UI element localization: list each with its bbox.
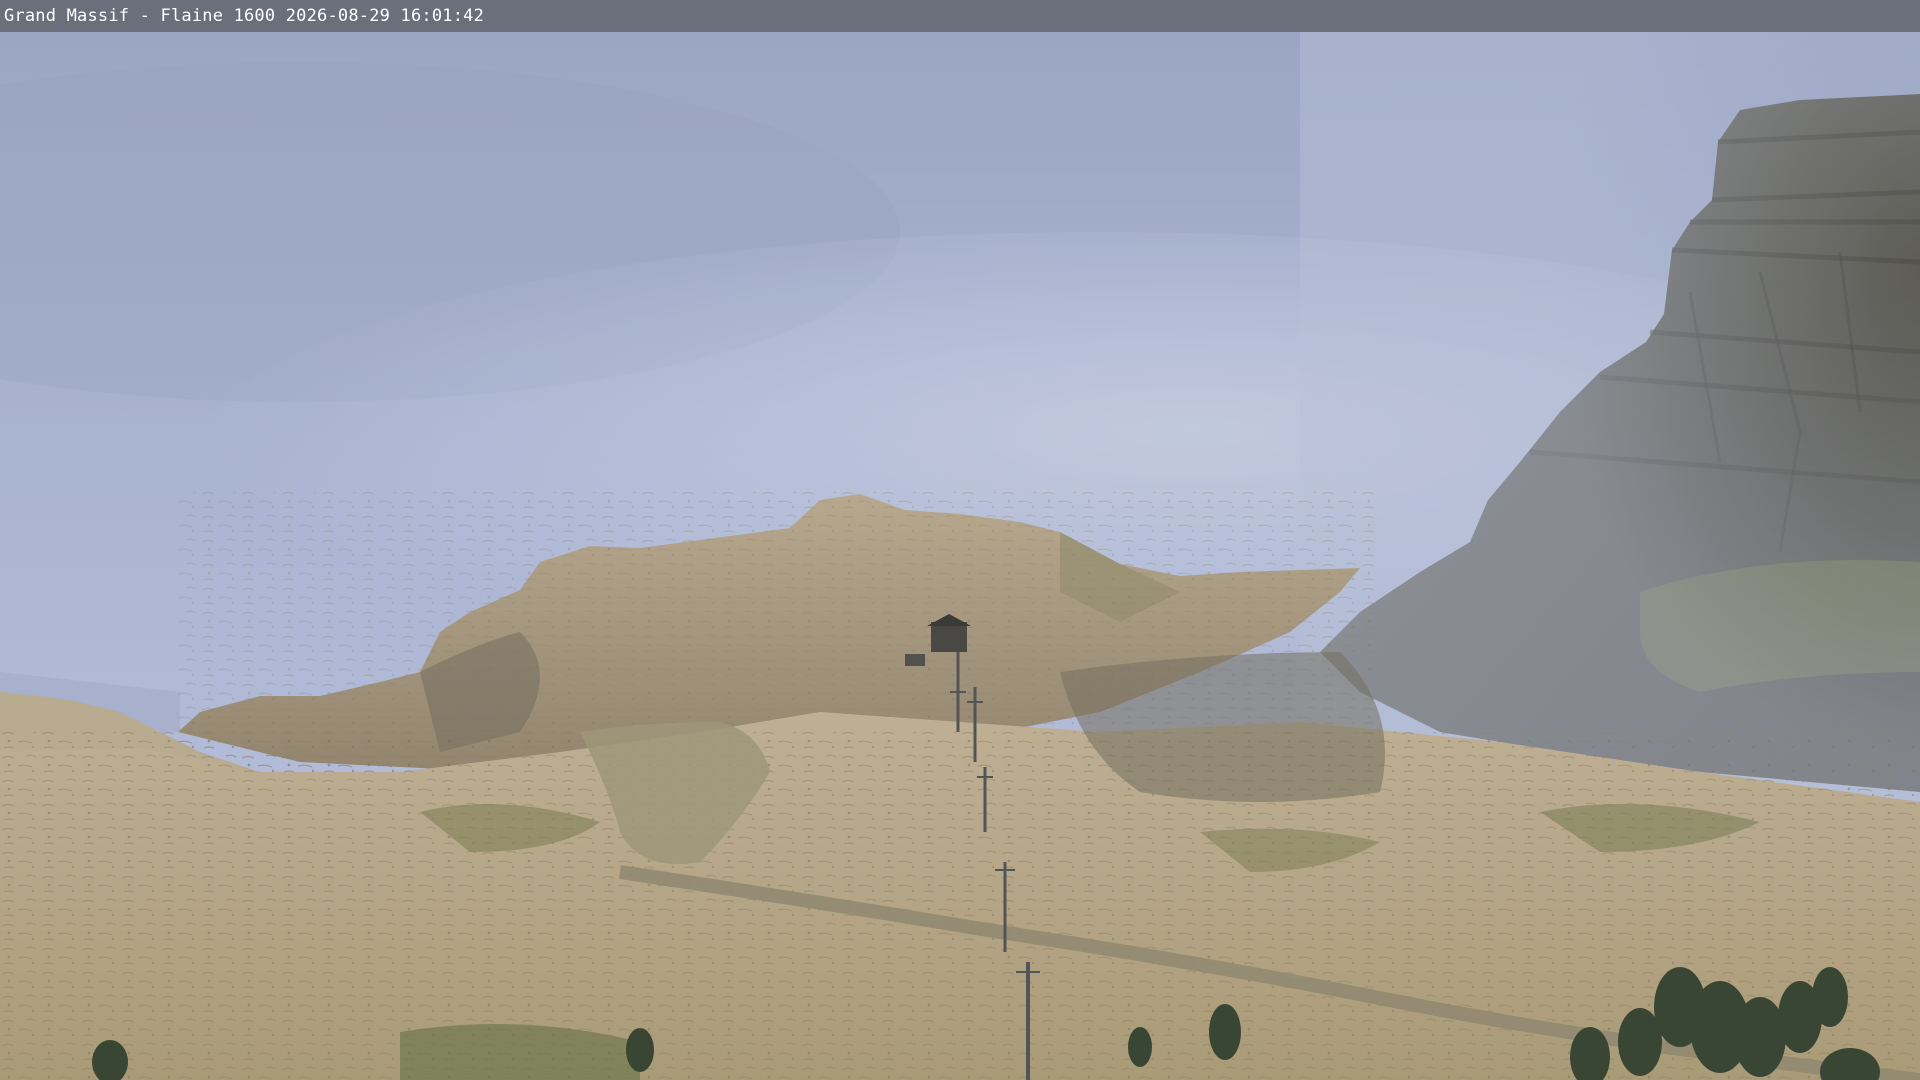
caption-bar: Grand Massif - Flaine 1600 2026-08-29 16… (0, 0, 1920, 32)
webcam-frame: Grand Massif - Flaine 1600 2026-08-29 16… (0, 0, 1920, 1080)
webcam-scene (0, 32, 1920, 1080)
webcam-caption: Grand Massif - Flaine 1600 2026-08-29 16… (4, 6, 485, 26)
landscape-image (0, 32, 1920, 1080)
